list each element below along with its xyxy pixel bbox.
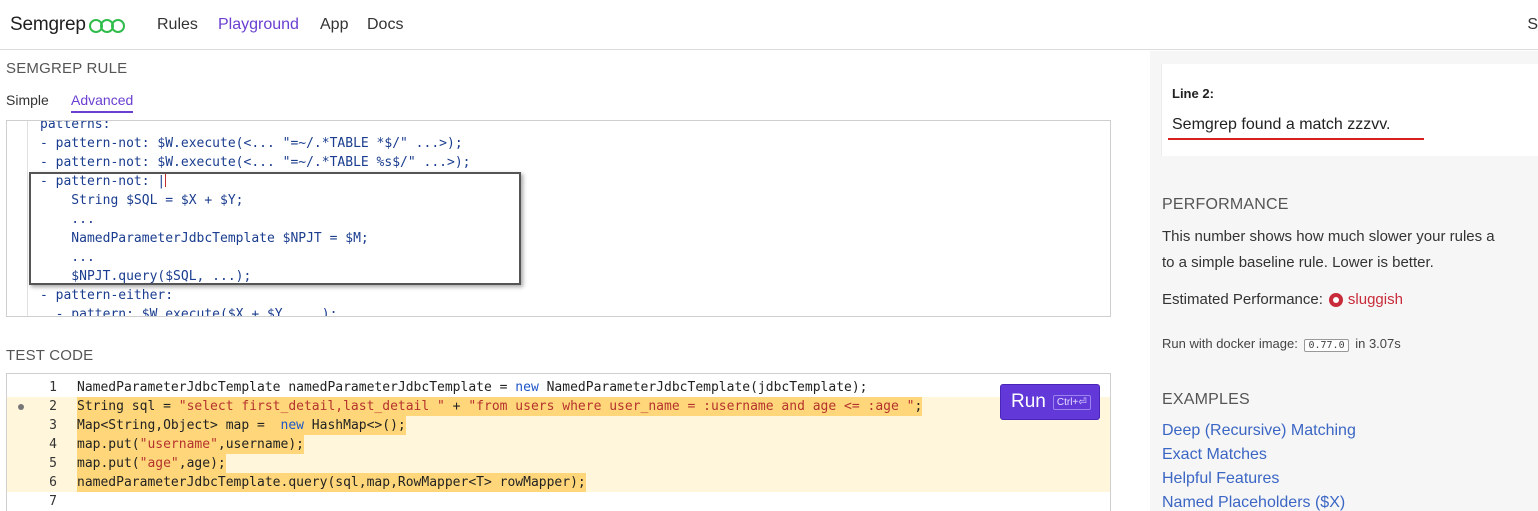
nav-user-menu[interactable]: S <box>1527 16 1538 34</box>
rule-line: patterns: <box>40 120 111 132</box>
code-text: namedParameterJdbcTemplate.query(sql,map… <box>77 473 586 492</box>
estimated-performance: Estimated Performance: sluggish <box>1162 291 1403 308</box>
logo-rings-icon <box>88 19 125 33</box>
rule-section-title: SEMGREP RULE <box>6 60 128 77</box>
rule-line: - pattern-either: <box>40 288 174 303</box>
test-code-editor[interactable]: 1 NamedParameterJdbcTemplate namedParame… <box>6 373 1111 511</box>
docker-info: Run with docker image: 0.77.0 in 3.07s <box>1162 336 1401 352</box>
estimated-performance-label: Estimated Performance: <box>1162 291 1323 308</box>
docker-version-badge: 0.77.0 <box>1304 339 1349 352</box>
example-link[interactable]: Deep (Recursive) Matching <box>1162 422 1356 440</box>
code-line: 4 map.put("username",username); <box>7 435 1110 454</box>
tab-advanced[interactable]: Advanced <box>71 92 134 113</box>
annotation-box <box>29 172 521 285</box>
semgrep-logo[interactable]: Semgrep <box>10 14 125 36</box>
code-line: 2 String sql = "select first_detail,last… <box>7 397 1110 416</box>
nav-rules-link[interactable]: Rules <box>157 16 198 34</box>
estimated-performance-value: sluggish <box>1347 291 1403 308</box>
code-line: 6 namedParameterJdbcTemplate.query(sql,m… <box>7 473 1110 492</box>
sluggish-indicator-icon <box>1328 292 1343 307</box>
rule-line: - pattern: $W.execute($X + $Y, ...); <box>40 307 338 317</box>
code-line: 5 map.put("age",age); <box>7 454 1110 473</box>
nav-app-link[interactable]: App <box>320 16 348 34</box>
annotation-underline <box>1168 138 1424 140</box>
line-number: 2 <box>49 399 57 414</box>
line-number: 6 <box>49 475 57 490</box>
performance-title: PERFORMANCE <box>1162 196 1289 213</box>
example-link[interactable]: Helpful Features <box>1162 470 1279 488</box>
code-text: String sql = "select first_detail,last_d… <box>77 397 923 416</box>
line-number: 4 <box>49 437 57 452</box>
line-number: 3 <box>49 418 57 433</box>
match-line-label[interactable]: Line 2: <box>1172 86 1214 101</box>
code-text: map.put("username",username); <box>77 435 304 454</box>
line-number: 5 <box>49 456 57 471</box>
rule-editor[interactable]: patterns: - pattern-not: $W.execute(<...… <box>6 120 1111 317</box>
line-number: 1 <box>49 380 57 395</box>
run-button[interactable]: Run Ctrl+⏎ <box>1000 384 1100 420</box>
performance-description-2: to a simple baseline rule. Lower is bett… <box>1162 254 1434 271</box>
code-text: NamedParameterJdbcTemplate namedParamete… <box>77 380 868 395</box>
code-text: Map<String,Object> map = new HashMap<>()… <box>77 416 406 435</box>
docker-prefix: Run with docker image: <box>1162 336 1298 351</box>
run-shortcut-hint: Ctrl+⏎ <box>1052 394 1091 410</box>
performance-description-1: This number shows how much slower your r… <box>1162 228 1495 245</box>
nav-playground-link[interactable]: Playground <box>218 16 299 34</box>
top-nav: Semgrep Rules Playground App Docs S <box>0 0 1538 50</box>
code-line: 7 <box>7 492 1110 511</box>
code-line: 1 NamedParameterJdbcTemplate namedParame… <box>7 378 1110 397</box>
run-button-label: Run <box>1011 391 1046 412</box>
match-message: Semgrep found a match zzzvv. <box>1172 116 1391 133</box>
docker-suffix: in 3.07s <box>1355 336 1401 351</box>
test-section-title: TEST CODE <box>6 347 94 364</box>
examples-title: EXAMPLES <box>1162 391 1250 408</box>
match-result-card[interactable] <box>1161 64 1538 156</box>
tab-simple[interactable]: Simple <box>6 92 49 108</box>
rule-line: - pattern-not: $W.execute(<... "=~/.*TAB… <box>40 136 463 151</box>
code-text: map.put("age",age); <box>77 454 226 473</box>
nav-docs-link[interactable]: Docs <box>367 16 403 34</box>
example-link[interactable]: Named Placeholders ($X) <box>1162 494 1345 511</box>
example-link[interactable]: Exact Matches <box>1162 446 1267 464</box>
logo-text: Semgrep <box>10 14 86 35</box>
line-number: 7 <box>49 494 57 509</box>
rule-line: - pattern-not: $W.execute(<... "=~/.*TAB… <box>40 155 471 170</box>
code-line: 3 Map<String,Object> map = new HashMap<>… <box>7 416 1110 435</box>
indent-guide <box>27 121 28 316</box>
